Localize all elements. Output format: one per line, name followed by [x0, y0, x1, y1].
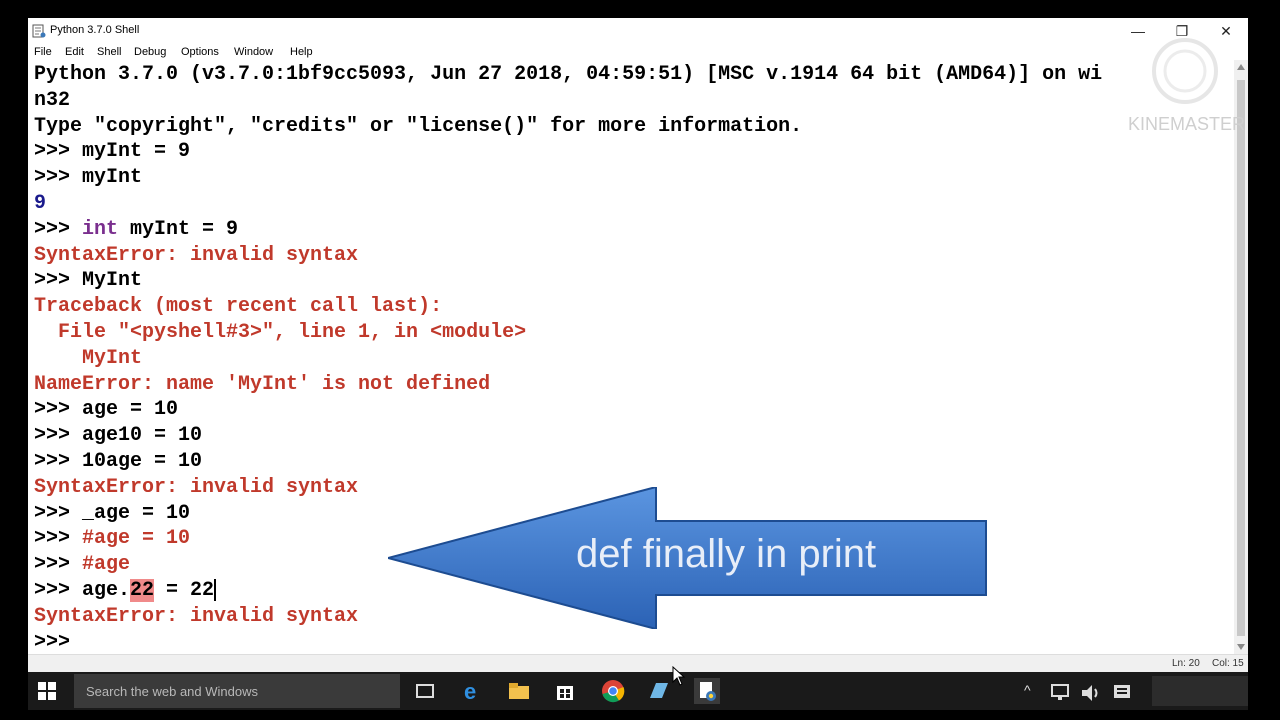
shell-prompt: >>>	[34, 217, 83, 241]
shell-text: 10age = 10	[82, 450, 203, 473]
shell-text: SyntaxError: invalid syntax	[34, 604, 359, 628]
volume-icon[interactable]	[1078, 680, 1104, 706]
task-view-icon[interactable]	[412, 678, 438, 704]
shell-text: myInt	[82, 166, 143, 190]
shell-prompt: >>>	[34, 140, 83, 164]
shell-prompt: >>>	[34, 630, 83, 654]
shell-text: Type "copyright", "credits" or "license(…	[34, 114, 803, 138]
menu-window[interactable]: Window	[234, 46, 273, 58]
window-title: Python 3.7.0 Shell	[50, 24, 140, 36]
taskbar-search-box[interactable]: Search the web and Windows	[74, 674, 400, 708]
shell-prompt: >>>	[34, 269, 83, 293]
shell-output-line: Type "copyright", "credits" or "license(…	[34, 114, 802, 140]
scroll-down-icon[interactable]	[1237, 644, 1245, 650]
menu-shell[interactable]: Shell	[97, 46, 121, 58]
windows-start-icon[interactable]	[36, 680, 58, 702]
shell-prompt: >>>	[34, 424, 83, 448]
shell-text: SyntaxError: invalid syntax	[34, 243, 359, 267]
shell-input-line: >>> myInt = 9	[34, 139, 190, 165]
status-bar: Ln: 20 Col: 15	[28, 654, 1248, 672]
windows-taskbar: Search the web and Windows e ^	[28, 672, 1248, 710]
chrome-icon[interactable]	[600, 678, 626, 704]
store-icon[interactable]	[552, 678, 578, 704]
shell-text: n32	[34, 88, 71, 112]
syntax-error-highlight: 22	[130, 579, 155, 602]
shell-prompt: >>>	[34, 527, 83, 551]
shell-text: #age = 10	[82, 527, 191, 551]
menu-edit[interactable]: Edit	[65, 46, 84, 58]
taskbar-search-placeholder: Search the web and Windows	[86, 684, 258, 699]
scrollbar-thumb[interactable]	[1237, 80, 1245, 636]
menu-options[interactable]: Options	[181, 46, 219, 58]
shell-text: SyntaxError: invalid syntax	[34, 475, 359, 499]
shell-text: 9	[34, 192, 47, 215]
shell-error-line: Traceback (most recent call last):	[34, 294, 442, 320]
shell-text: age10 = 10	[82, 424, 203, 448]
shell-input-line: >>> _age = 10	[34, 501, 190, 527]
python-idle-icon	[32, 24, 46, 38]
menu-help[interactable]: Help	[290, 46, 313, 58]
app-icon[interactable]	[646, 678, 672, 704]
status-line: Ln: 20	[1172, 658, 1200, 669]
shell-input-line: >>> int myInt = 9	[34, 217, 238, 243]
shell-output-line: 9	[34, 191, 46, 217]
shell-input-line: >>>	[34, 630, 82, 656]
shell-input-line: >>> age10 = 10	[34, 423, 202, 449]
shell-error-line: SyntaxError: invalid syntax	[34, 243, 358, 269]
title-bar[interactable]: Python 3.7.0 Shell — ❐ ✕	[28, 18, 1248, 44]
shell-keyword: int	[82, 217, 119, 241]
shell-text: File "<pyshell#3>", line 1, in <module>	[34, 321, 527, 344]
network-icon[interactable]	[1048, 680, 1074, 706]
shell-prompt: >>>	[34, 501, 83, 525]
kinemaster-logo-icon	[1152, 38, 1218, 104]
arrow-annotation-label: def finally in print	[576, 532, 877, 576]
menu-debug[interactable]: Debug	[134, 46, 166, 58]
shell-input-line: >>> 10age = 10	[34, 449, 202, 475]
text-cursor	[214, 578, 217, 601]
mouse-cursor-icon	[672, 666, 686, 686]
shell-input-line: >>> age.22 = 22	[34, 578, 217, 604]
shell-text: = 22	[154, 579, 215, 602]
shell-input-line: >>> myInt	[34, 165, 142, 191]
shell-prompt: >>>	[34, 166, 83, 190]
shell-prompt: >>>	[34, 450, 83, 473]
scroll-up-icon[interactable]	[1237, 64, 1245, 70]
shell-text: Traceback (most recent call last):	[34, 295, 443, 319]
svg-text:e: e	[464, 679, 476, 704]
edge-icon[interactable]: e	[460, 678, 486, 704]
shell-text: myInt = 9	[118, 217, 239, 241]
shell-text: Python 3.7.0 (v3.7.0:1bf9cc5093, Jun 27 …	[34, 63, 1103, 86]
menu-file[interactable]: File	[34, 46, 52, 58]
shell-error-line: NameError: name 'MyInt' is not defined	[34, 372, 490, 398]
python-idle-icon[interactable]	[694, 678, 720, 704]
vertical-scrollbar[interactable]	[1234, 60, 1248, 654]
shell-prompt: >>>	[34, 579, 83, 602]
shell-prompt: >>>	[34, 553, 83, 577]
shell-prompt: >>>	[34, 398, 83, 422]
shell-input-line: >>> #age = 10	[34, 526, 190, 552]
file-explorer-icon[interactable]	[506, 678, 532, 704]
shell-text: NameError: name 'MyInt' is not defined	[34, 372, 491, 396]
shell-text: age = 10	[82, 398, 179, 422]
status-col: Col: 15	[1212, 658, 1244, 669]
shell-error-line: SyntaxError: invalid syntax	[34, 604, 358, 630]
action-center-icon[interactable]	[1110, 680, 1136, 706]
shell-text: #age	[82, 553, 131, 577]
shell-input-line: >>> MyInt	[34, 268, 142, 294]
shell-error-line: MyInt	[34, 346, 142, 372]
shell-text: MyInt	[82, 269, 143, 293]
kinemaster-watermark: KINEMASTER	[1128, 114, 1246, 134]
shell-error-line: SyntaxError: invalid syntax	[34, 475, 358, 501]
shell-text: MyInt	[34, 346, 143, 370]
shell-output-line: Python 3.7.0 (v3.7.0:1bf9cc5093, Jun 27 …	[34, 62, 1102, 88]
clock-area[interactable]	[1152, 676, 1248, 706]
shell-error-line: File "<pyshell#3>", line 1, in <module>	[34, 320, 526, 346]
shell-input-line: >>> #age	[34, 552, 130, 578]
shell-output-line: n32	[34, 88, 70, 114]
shell-text: myInt = 9	[82, 140, 191, 164]
shell-input-line: >>> age = 10	[34, 397, 178, 423]
shell-text: age.	[82, 579, 131, 602]
tray-chevron-icon[interactable]: ^	[1024, 682, 1031, 698]
shell-text: _age = 10	[82, 501, 191, 525]
